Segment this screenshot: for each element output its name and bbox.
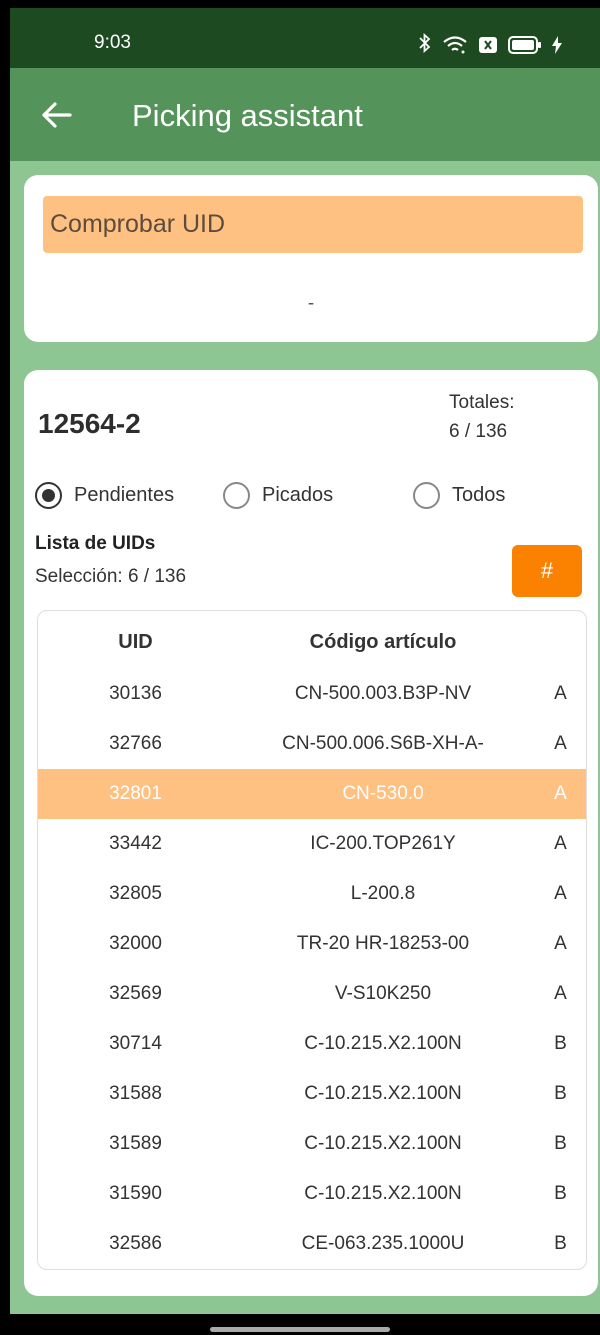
table-row[interactable]: 33442 IC-200.TOP261Y A bbox=[38, 819, 586, 869]
table-row[interactable]: 30714 C-10.215.X2.100N B bbox=[38, 1019, 586, 1069]
status-icons bbox=[418, 32, 562, 56]
table-row[interactable]: 32569 V-S10K250 A bbox=[38, 969, 586, 1019]
cell-code: CN-530.0 bbox=[342, 783, 424, 804]
table-header: UID Código artículo bbox=[38, 611, 586, 671]
cell-uid: 30136 bbox=[109, 683, 162, 704]
order-id: 12564-2 bbox=[38, 408, 141, 439]
cell-uid: 31589 bbox=[109, 1133, 162, 1154]
cell-uid: 30714 bbox=[109, 1033, 162, 1054]
cell-uid: 32000 bbox=[109, 933, 162, 954]
table-row-selected[interactable]: 32801 CN-530.0 A bbox=[38, 769, 586, 819]
hash-button[interactable]: # bbox=[512, 545, 582, 597]
cell-uid: 33442 bbox=[109, 833, 162, 854]
cell-uid: 32569 bbox=[109, 983, 162, 1004]
app-bar: Picking assistant bbox=[10, 68, 600, 161]
radio-pendientes[interactable]: Pendientes bbox=[35, 482, 174, 509]
system-nav-bar bbox=[0, 1314, 600, 1335]
radio-unchecked-icon bbox=[413, 482, 440, 509]
cell-uid: 32766 bbox=[109, 733, 162, 754]
table-row[interactable]: 31589 C-10.215.X2.100N B bbox=[38, 1119, 586, 1169]
cell-code: C-10.215.X2.100N bbox=[304, 1133, 462, 1154]
cell-zone: B bbox=[554, 1233, 567, 1254]
check-uid-card: - bbox=[24, 175, 598, 342]
cell-zone: A bbox=[554, 833, 567, 854]
cell-code: CE-063.235.1000U bbox=[301, 1233, 465, 1254]
cell-zone: A bbox=[554, 933, 567, 954]
cell-zone: A bbox=[554, 733, 567, 754]
check-uid-input[interactable] bbox=[43, 196, 583, 253]
table-row[interactable]: 30136 CN-500.003.B3P-NV A bbox=[38, 669, 586, 719]
totals-label: Totales: bbox=[449, 392, 515, 413]
radio-label: Picados bbox=[262, 484, 334, 506]
cell-code: V-S10K250 bbox=[334, 983, 432, 1004]
table-row[interactable]: 31588 C-10.215.X2.100N B bbox=[38, 1069, 586, 1119]
cell-uid: 31588 bbox=[109, 1083, 162, 1104]
battery-icon bbox=[508, 35, 542, 54]
radio-unchecked-icon bbox=[223, 482, 250, 509]
radio-checked-icon bbox=[35, 482, 62, 509]
cell-zone: B bbox=[554, 1083, 567, 1104]
table-body: 30136 CN-500.003.B3P-NV A 32766 CN-500.0… bbox=[38, 669, 586, 1269]
status-bar: 9:03 bbox=[10, 8, 600, 68]
cell-code: C-10.215.X2.100N bbox=[304, 1083, 462, 1104]
uid-table[interactable]: UID Código artículo 30136 CN-500.003.B3P… bbox=[37, 610, 587, 1270]
cell-zone: B bbox=[554, 1183, 567, 1204]
cell-code: L-200.8 bbox=[350, 883, 416, 904]
bluetooth-icon bbox=[418, 32, 432, 56]
cell-code: IC-200.TOP261Y bbox=[310, 833, 456, 854]
radio-label: Pendientes bbox=[74, 484, 175, 506]
cell-uid: 32801 bbox=[109, 783, 162, 804]
table-row[interactable]: 32766 CN-500.006.S6B-XH-A- A bbox=[38, 719, 586, 769]
table-row[interactable]: 32805 L-200.8 A bbox=[38, 869, 586, 919]
cell-zone: A bbox=[554, 983, 567, 1004]
cell-uid: 32586 bbox=[109, 1233, 162, 1254]
cell-code: CN-500.003.B3P-NV bbox=[294, 683, 472, 704]
cell-code: C-10.215.X2.100N bbox=[304, 1183, 462, 1204]
sim-icon bbox=[478, 36, 498, 54]
selection-value: 6 / 136 bbox=[127, 566, 187, 587]
cell-uid: 32805 bbox=[109, 883, 162, 904]
check-result-text: - bbox=[307, 293, 315, 314]
radio-todos[interactable]: Todos bbox=[413, 482, 505, 509]
uid-list-card: 12564-2 Totales: 6 / 136 Pendientes Pica… bbox=[24, 370, 598, 1296]
table-row[interactable]: 32000 TR-20 HR-18253-00 A bbox=[38, 919, 586, 969]
charging-icon bbox=[552, 35, 562, 54]
cell-zone: A bbox=[554, 883, 567, 904]
home-indicator[interactable] bbox=[210, 1327, 390, 1332]
filter-radio-group: Pendientes Picados Todos bbox=[35, 482, 595, 512]
table-row[interactable]: 32586 CE-063.235.1000U B bbox=[38, 1219, 586, 1269]
cell-zone: A bbox=[554, 683, 567, 704]
selection-count: Selección: 6 / 136 bbox=[35, 566, 186, 588]
cell-code: CN-500.006.S6B-XH-A- bbox=[282, 733, 484, 754]
cell-code: TR-20 HR-18253-00 bbox=[296, 933, 470, 954]
arrow-left-icon[interactable] bbox=[40, 100, 74, 130]
page-title: Picking assistant bbox=[132, 98, 363, 133]
totals: Totales: 6 / 136 bbox=[449, 388, 514, 446]
wifi-icon bbox=[442, 35, 468, 55]
status-time: 9:03 bbox=[94, 32, 131, 53]
totals-value: 6 / 136 bbox=[449, 421, 508, 442]
column-header-uid: UID bbox=[118, 631, 153, 653]
selection-label: Selección: bbox=[35, 566, 123, 587]
radio-label: Todos bbox=[452, 484, 506, 506]
list-title: Lista de UIDs bbox=[35, 533, 156, 554]
app-screen: 9:03 Picking assistant - bbox=[10, 8, 600, 1314]
cell-zone: B bbox=[554, 1133, 567, 1154]
cell-zone: B bbox=[554, 1033, 567, 1054]
cell-zone: A bbox=[554, 783, 567, 804]
radio-picados[interactable]: Picados bbox=[223, 482, 333, 509]
cell-code: C-10.215.X2.100N bbox=[304, 1033, 462, 1054]
table-row[interactable]: 31590 C-10.215.X2.100N B bbox=[38, 1169, 586, 1219]
cell-uid: 31590 bbox=[109, 1183, 162, 1204]
column-header-code: Código artículo bbox=[309, 631, 457, 653]
